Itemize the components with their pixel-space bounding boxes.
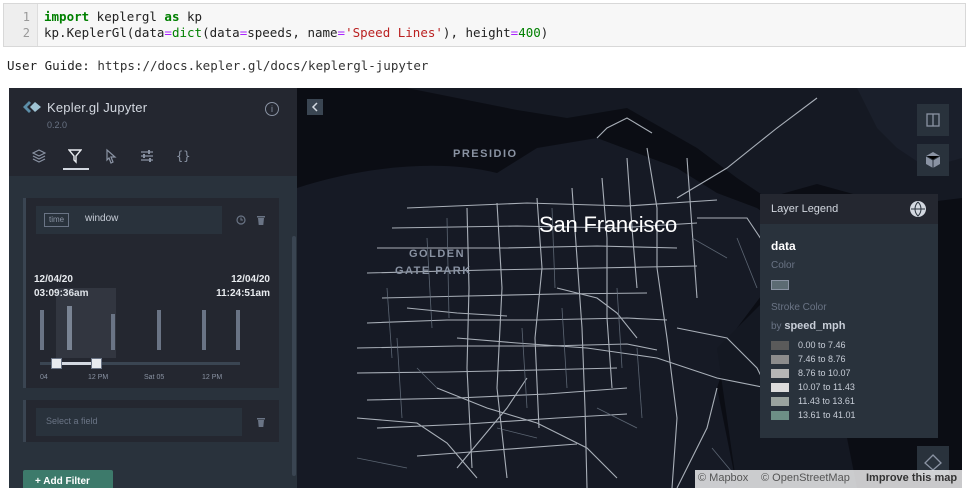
code-cell[interactable]: 1 2 import keplergl as kp kp.KeplerGl(dat… xyxy=(3,3,966,47)
app-title: Kepler.gl Jupyter xyxy=(47,100,148,115)
improve-map-link[interactable]: Improve this map xyxy=(866,472,957,484)
legend-range-swatch xyxy=(771,369,789,378)
map-attribution: © Mapbox © OpenStreetMap Improve this ma… xyxy=(695,470,962,488)
tab-layers[interactable] xyxy=(27,146,53,170)
kepler-logo-icon xyxy=(23,101,41,113)
histogram-bar xyxy=(111,314,115,350)
kepler-widget: PRESIDIO GOLDEN GATE PARK San Francisco … xyxy=(9,88,962,488)
filter-field-name: window xyxy=(85,213,119,224)
map-label-gate-park: GATE PARK xyxy=(395,265,472,277)
map-label-san-francisco: San Francisco xyxy=(539,212,678,237)
clock-icon[interactable] xyxy=(236,214,246,226)
legend-range-swatch xyxy=(771,397,789,406)
side-panel-scrollbar[interactable] xyxy=(292,236,296,476)
legend-field-name: speed_mph xyxy=(784,320,846,332)
trash-icon[interactable] xyxy=(256,416,266,428)
line-number-gutter: 1 2 xyxy=(4,4,38,46)
code-line-2: kp.KeplerGl(data=dict(data=speeds, name=… xyxy=(44,25,549,40)
histogram-bar xyxy=(67,306,72,350)
map-label-presidio: PRESIDIO xyxy=(453,148,518,160)
select-field-dropdown[interactable]: Select a field xyxy=(36,408,242,436)
tab-filters[interactable] xyxy=(63,146,89,170)
3d-map-button[interactable] xyxy=(917,144,949,176)
pointer-icon xyxy=(106,148,117,164)
legend-range-swatch xyxy=(771,355,789,364)
legend-by-field: by speed_mph xyxy=(771,320,846,332)
select-field-placeholder: Select a field xyxy=(46,416,98,426)
legend-color-label: Color xyxy=(771,260,795,271)
svg-text:{}: {} xyxy=(176,149,190,163)
trash-icon[interactable] xyxy=(256,214,266,226)
mapbox-link[interactable]: © Mapbox xyxy=(698,472,748,484)
axis-tick: Sat 05 xyxy=(144,374,165,381)
side-panel: Kepler.gl Jupyter 0.2.0 i {} time window… xyxy=(9,88,297,488)
start-date: 12/04/20 xyxy=(34,274,73,285)
code-editor[interactable]: import keplergl as kp kp.KeplerGl(data=di… xyxy=(44,9,548,41)
end-time: 11:24:51am xyxy=(216,288,270,299)
add-filter-button[interactable]: + Add Filter xyxy=(23,470,113,488)
legend-range-swatch xyxy=(771,411,789,420)
range-slider-right-handle[interactable] xyxy=(91,358,102,369)
app-version: 0.2.0 xyxy=(47,120,68,130)
histogram-bar xyxy=(202,310,206,350)
end-date: 12/04/20 xyxy=(231,274,270,285)
osm-link[interactable]: © OpenStreetMap xyxy=(761,472,850,484)
histogram-brush[interactable] xyxy=(56,288,116,358)
axis-tick: 04 xyxy=(40,374,48,381)
axis-tick: 12 PM xyxy=(202,374,223,381)
chevron-left-icon xyxy=(311,102,318,112)
filter-field-selector[interactable]: time window xyxy=(36,206,222,234)
legend-header: Layer Legend xyxy=(760,194,938,224)
range-slider-selection[interactable] xyxy=(56,362,96,365)
legend-range-swatch xyxy=(771,341,789,350)
line-number: 1 xyxy=(22,10,30,24)
code-line-1: import keplergl as kp xyxy=(44,9,203,24)
globe-icon[interactable] xyxy=(910,201,926,217)
legend-color-swatch xyxy=(771,280,789,290)
filter-funnel-icon xyxy=(68,149,82,164)
legend-range-swatch xyxy=(771,383,789,392)
range-slider-left-handle[interactable] xyxy=(51,358,62,369)
axis-tick: 12 PM xyxy=(88,374,109,381)
tab-config[interactable]: {} xyxy=(171,146,197,170)
add-filter-label: + Add Filter xyxy=(35,476,90,487)
map-label-golden: GOLDEN xyxy=(409,248,466,260)
user-guide-label: User Guide: xyxy=(7,58,90,73)
side-panel-header: Kepler.gl Jupyter 0.2.0 i {} xyxy=(9,88,297,176)
histogram-bar xyxy=(157,310,161,350)
layers-icon xyxy=(32,149,46,163)
legend-layer-name: data xyxy=(771,239,796,253)
histogram-bar xyxy=(40,310,44,350)
braces-icon: {} xyxy=(176,149,190,163)
filter-panel-time: time window 12/04/20 03:09:36am 12/04/20… xyxy=(23,198,279,388)
user-guide-link[interactable]: https://docs.kepler.gl/docs/keplergl-jup… xyxy=(97,58,428,73)
cube-icon xyxy=(925,152,941,168)
layer-legend: Layer Legend data Color Stroke Color by … xyxy=(760,194,938,438)
tab-interactions[interactable] xyxy=(99,146,125,170)
collapse-sidebar-button[interactable] xyxy=(307,99,323,115)
line-number: 2 xyxy=(22,26,30,40)
sliders-icon xyxy=(141,150,153,162)
legend-stroke-label: Stroke Color xyxy=(771,302,827,313)
field-type-tag: time xyxy=(44,213,70,227)
tab-base-map[interactable] xyxy=(135,146,161,170)
info-icon[interactable]: i xyxy=(265,102,279,116)
filter-panel-empty: Select a field xyxy=(23,400,279,442)
split-view-icon xyxy=(926,113,940,127)
time-range-end: 12/04/20 11:24:51am xyxy=(212,273,270,301)
legend-title: Layer Legend xyxy=(771,203,839,215)
histogram-bar xyxy=(236,310,240,350)
split-map-button[interactable] xyxy=(917,104,949,136)
user-guide-output: User Guide: https://docs.kepler.gl/docs/… xyxy=(7,58,428,73)
